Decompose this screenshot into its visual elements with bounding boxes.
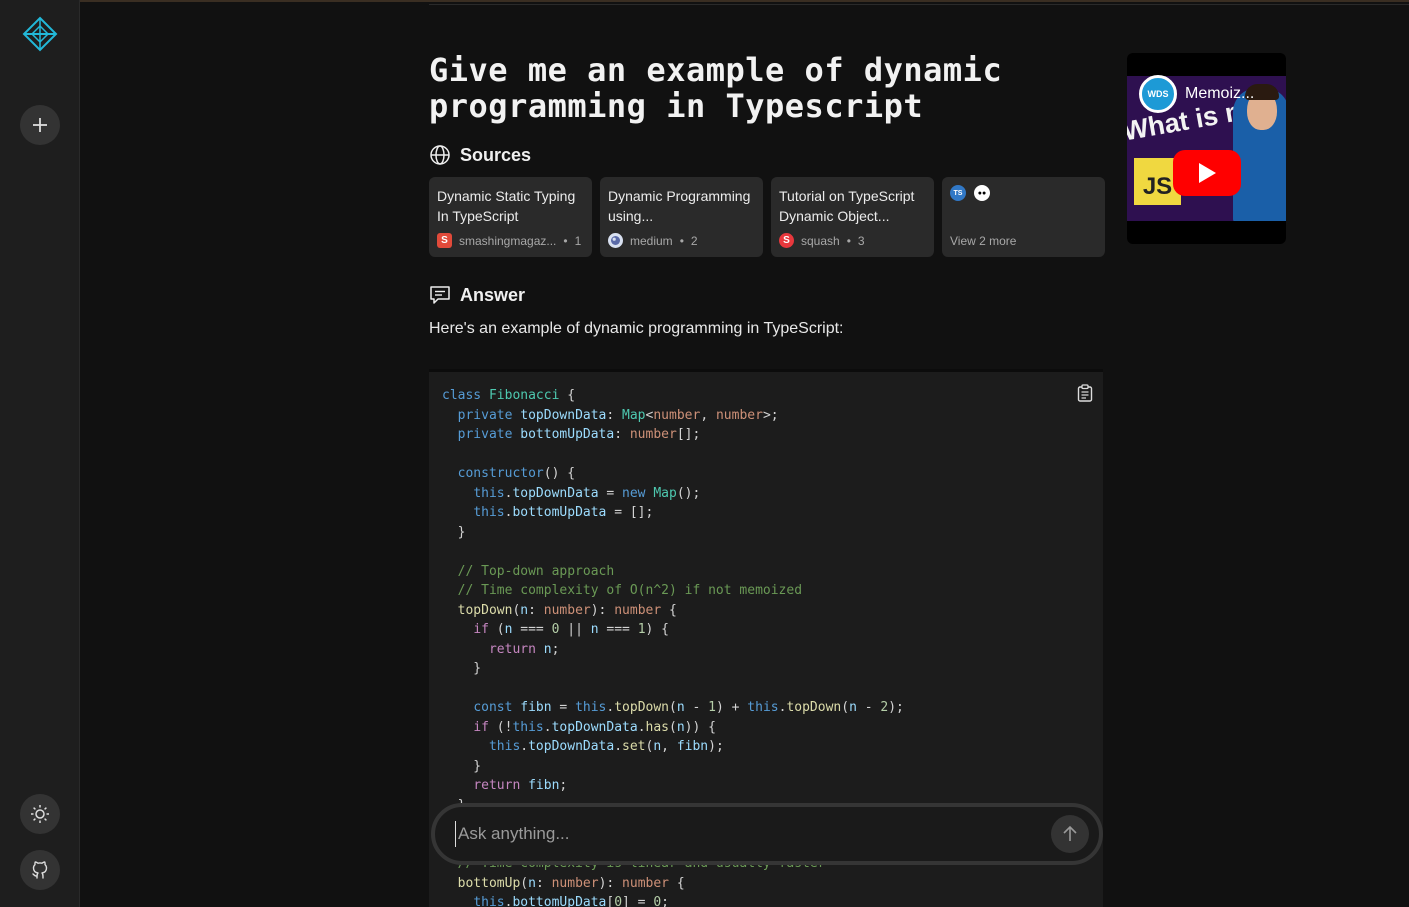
new-chat-button[interactable] bbox=[20, 105, 60, 145]
channel-avatar: WDS bbox=[1139, 75, 1177, 113]
arrow-up-icon bbox=[1063, 825, 1077, 841]
video-card[interactable]: What is memoization? JS WDS Memoiz... bbox=[1127, 53, 1286, 244]
view-more-sources-button[interactable]: TS ●● View 2 more bbox=[942, 177, 1105, 257]
source-card-1[interactable]: Dynamic Static Typing In TypeScript S sm… bbox=[429, 177, 592, 257]
source-card-index: 3 bbox=[857, 233, 865, 248]
view-more-label: View 2 more bbox=[950, 234, 1017, 248]
source-card-title: Dynamic Programming using... bbox=[608, 188, 751, 224]
dot-separator: • bbox=[846, 233, 851, 248]
dot-separator: • bbox=[563, 233, 568, 248]
source-card-index: 1 bbox=[574, 233, 582, 248]
typescript-icon: TS bbox=[950, 185, 966, 201]
source-card-site: medium bbox=[630, 233, 673, 248]
video-title-row: WDS Memoiz... bbox=[1139, 75, 1254, 113]
source-card-title: Dynamic Static Typing In TypeScript bbox=[437, 188, 576, 224]
sidebar bbox=[0, 0, 80, 907]
source-card-site: smashingmagaz... bbox=[459, 233, 557, 248]
github-button[interactable] bbox=[20, 850, 60, 890]
logo-icon[interactable] bbox=[22, 16, 58, 52]
globe-icon bbox=[430, 145, 450, 165]
theme-toggle-button[interactable] bbox=[20, 794, 60, 834]
source-card-2[interactable]: Dynamic Programming using... medium • 2 bbox=[600, 177, 763, 257]
play-button[interactable] bbox=[1173, 150, 1241, 196]
github-icon bbox=[32, 861, 48, 879]
source-card-site: squash bbox=[801, 233, 840, 248]
plus-icon bbox=[33, 118, 47, 132]
query-title: Give me an example of dynamic programmin… bbox=[429, 51, 1003, 125]
dot-separator: • bbox=[679, 233, 684, 248]
answer-intro: Here's an example of dynamic programming… bbox=[429, 320, 844, 337]
top-border bbox=[80, 0, 1409, 2]
ask-bar bbox=[431, 803, 1103, 865]
source-card-index: 2 bbox=[690, 233, 698, 248]
send-button[interactable] bbox=[1051, 815, 1089, 853]
squash-icon: S bbox=[779, 233, 794, 248]
sources-heading-label: Sources bbox=[460, 144, 532, 165]
answer-heading: Answer bbox=[429, 284, 525, 306]
smashing-magazine-icon: S bbox=[437, 233, 452, 248]
answer-heading-label: Answer bbox=[460, 284, 526, 305]
video-title: Memoiz... bbox=[1185, 85, 1255, 102]
sources-heading: Sources bbox=[429, 144, 531, 166]
play-icon bbox=[1199, 163, 1216, 183]
sun-icon bbox=[31, 805, 49, 823]
copy-icon[interactable] bbox=[1077, 384, 1093, 402]
medium-icon bbox=[608, 233, 623, 248]
ask-input[interactable] bbox=[455, 821, 1015, 847]
source-card-3[interactable]: Tutorial on TypeScript Dynamic Object...… bbox=[771, 177, 934, 257]
chat-bubble-icon bbox=[430, 286, 450, 304]
source-cards: Dynamic Static Typing In TypeScript S sm… bbox=[429, 177, 1105, 257]
source-card-title: Tutorial on TypeScript Dynamic Object... bbox=[779, 188, 915, 224]
medium-logo-icon: ●● bbox=[974, 185, 990, 201]
divider bbox=[429, 4, 1409, 5]
